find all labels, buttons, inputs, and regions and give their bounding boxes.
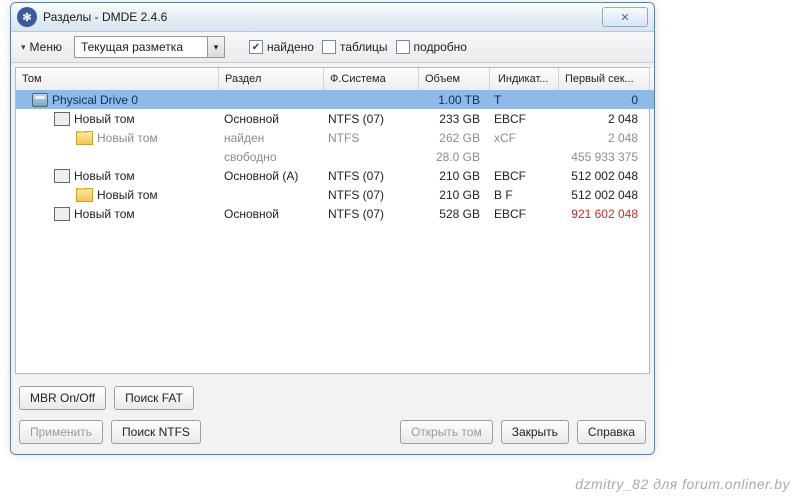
- col-indic[interactable]: Индикат...: [490, 68, 559, 90]
- table-row[interactable]: Physical Drive 0 1.00 TBT01 953 523 054: [16, 90, 655, 109]
- checkbox-unchecked-icon: [396, 40, 410, 54]
- row-ind: EBCF: [486, 207, 554, 221]
- row-lst: 455 933 374: [644, 112, 655, 126]
- detail-label: подробно: [414, 40, 467, 54]
- row-raz: Основной: [218, 112, 322, 126]
- row-tom: Новый том: [74, 169, 135, 183]
- chevron-down-icon: ▾: [21, 42, 26, 53]
- row-tom: Новый том: [74, 207, 135, 221]
- table-row[interactable]: Новый том ОсновнойNTFS (07)233 GBEBCF2 04…: [16, 109, 655, 128]
- layout-combo[interactable]: Текущая разметка ▾: [74, 36, 225, 58]
- menu-button[interactable]: ▾ Меню: [17, 38, 66, 56]
- col-first[interactable]: Первый сек...: [559, 68, 650, 90]
- row-fst: 2 048: [554, 131, 644, 145]
- row-ind: B F: [486, 188, 554, 202]
- row-tom: Новый том: [97, 188, 158, 202]
- row-fs: NTFS: [322, 131, 416, 145]
- row-raz: свободно: [218, 150, 322, 164]
- table-row[interactable]: Новый том NTFS (07)210 GBB F512 002 04892…: [16, 185, 655, 204]
- checkbox-unchecked-icon: [322, 40, 336, 54]
- row-vol: 262 GB: [416, 131, 486, 145]
- row-tom: Новый том: [97, 131, 158, 145]
- row-raz: Основной: [218, 207, 322, 221]
- folder-icon: [76, 131, 93, 145]
- row-fs: NTFS (07): [322, 169, 416, 183]
- col-volume[interactable]: Объем: [419, 68, 490, 90]
- partition-list: Том Раздел Ф.Система Объем Индикат... Пе…: [15, 67, 650, 374]
- app-icon: ✻: [17, 7, 37, 27]
- row-vol: 1.00 TB: [416, 93, 486, 107]
- row-raz: Основной (A): [218, 169, 322, 183]
- window-title: Разделы - DMDE 2.4.6: [43, 10, 602, 24]
- row-tom: Новый том: [74, 112, 135, 126]
- row-lst: 1 953 520 064: [644, 207, 655, 221]
- tables-checkbox[interactable]: таблицы: [322, 40, 388, 54]
- row-vol: 233 GB: [416, 112, 486, 126]
- row-lst: 512 002 047: [644, 150, 655, 164]
- col-last[interactable]: Последний ...: [650, 68, 655, 90]
- menu-label: Меню: [30, 40, 62, 54]
- titlebar[interactable]: ✻ Разделы - DMDE 2.4.6 ✕: [11, 3, 654, 32]
- row-fs: NTFS (07): [322, 207, 416, 221]
- detail-checkbox[interactable]: подробно: [396, 40, 467, 54]
- close-button[interactable]: ✕: [602, 7, 648, 27]
- row-ind: T: [486, 93, 554, 107]
- row-lst: 1 953 523 054: [644, 93, 655, 107]
- col-tom[interactable]: Том: [16, 68, 219, 90]
- row-fst: 455 933 375: [554, 150, 644, 164]
- column-headers: Том Раздел Ф.Система Объем Индикат... Пе…: [16, 68, 655, 90]
- row-ind: xCF: [486, 131, 554, 145]
- row-vol: 28.0 GB: [416, 150, 486, 164]
- mbr-button[interactable]: MBR On/Off: [19, 386, 106, 410]
- row-fs: NTFS (07): [322, 188, 416, 202]
- row-ind: EBCF: [486, 169, 554, 183]
- help-button[interactable]: Справка: [577, 420, 646, 444]
- found-checkbox[interactable]: ✔ найдено: [249, 40, 314, 54]
- box-icon: [54, 207, 70, 221]
- col-razdel[interactable]: Раздел: [219, 68, 324, 90]
- folder-icon: [76, 188, 93, 202]
- toolbar: ▾ Меню Текущая разметка ▾ ✔ найдено табл…: [11, 32, 654, 63]
- row-fst: 512 002 048: [554, 188, 644, 202]
- ntfs-button[interactable]: Поиск NTFS: [111, 420, 201, 444]
- row-vol: 528 GB: [416, 207, 486, 221]
- row-lst: 921 616 919: [644, 169, 655, 183]
- dmde-window: ✻ Разделы - DMDE 2.4.6 ✕ ▾ Меню Текущая …: [10, 2, 655, 455]
- close-button[interactable]: Закрыть: [501, 420, 569, 444]
- row-vol: 210 GB: [416, 169, 486, 183]
- row-fst: 0: [554, 93, 644, 107]
- row-raz: найден: [218, 131, 322, 145]
- row-fs: NTFS (07): [322, 112, 416, 126]
- col-fs[interactable]: Ф.Система: [324, 68, 419, 90]
- row-lst: 921 602 047: [644, 188, 655, 202]
- found-label: найдено: [267, 40, 314, 54]
- row-lst: 512 002 047: [644, 131, 655, 145]
- table-row[interactable]: Новый том Основной (A)NTFS (07)210 GBEBCF…: [16, 166, 655, 185]
- fat-button[interactable]: Поиск FAT: [114, 386, 194, 410]
- apply-button: Применить: [19, 420, 103, 444]
- button-row-1: MBR On/Off Поиск FAT: [11, 378, 654, 420]
- box-icon: [54, 169, 70, 183]
- row-tom: Physical Drive 0: [52, 93, 138, 107]
- rows-container: Physical Drive 0 1.00 TBT01 953 523 054 Но…: [16, 90, 655, 223]
- row-fst: 2 048: [554, 112, 644, 126]
- row-vol: 210 GB: [416, 188, 486, 202]
- table-row[interactable]: Новый том ОсновнойNTFS (07)528 GBEBCF921 …: [16, 204, 655, 223]
- box-icon: [54, 112, 70, 126]
- table-row[interactable]: свободно 28.0 GB 455 933 375512 002 047: [16, 147, 655, 166]
- checkbox-checked-icon: ✔: [249, 40, 263, 54]
- table-row[interactable]: Новый том найденNTFS262 GBxCF2 048512 002…: [16, 128, 655, 147]
- button-row-2: Применить Поиск NTFS Открыть том Закрыть…: [11, 420, 654, 454]
- row-fst: 921 602 048: [554, 207, 644, 221]
- drive-icon: [32, 93, 48, 107]
- watermark: dzmitry_82 для forum.onliner.by: [575, 476, 790, 492]
- chevron-down-icon[interactable]: ▾: [207, 37, 224, 57]
- row-fst: 512 002 048: [554, 169, 644, 183]
- tables-label: таблицы: [340, 40, 388, 54]
- row-ind: EBCF: [486, 112, 554, 126]
- open-button: Открыть том: [400, 420, 493, 444]
- layout-combo-value: Текущая разметка: [75, 40, 207, 54]
